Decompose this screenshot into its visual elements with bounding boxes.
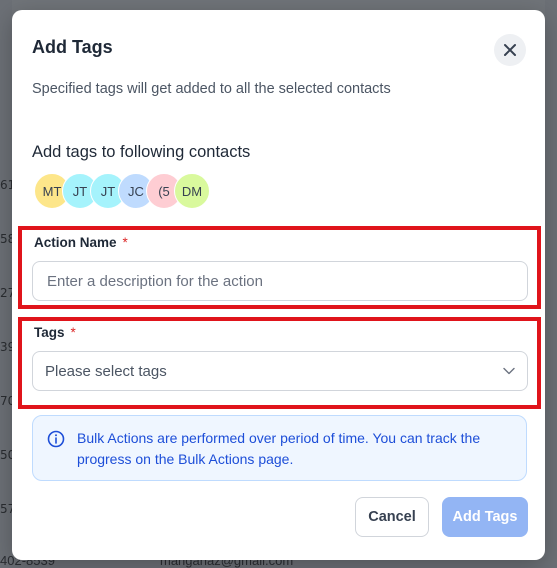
background-row-number: 58 <box>0 232 16 246</box>
tags-label: Tags * <box>34 325 76 340</box>
action-name-label: Action Name * <box>34 235 128 250</box>
info-banner: Bulk Actions are performed over period o… <box>32 415 527 481</box>
action-name-label-text: Action Name <box>34 235 117 250</box>
contacts-heading: Add tags to following contacts <box>32 143 251 161</box>
add-tags-dialog: Add Tags Specified tags will get added t… <box>12 10 545 560</box>
chevron-down-icon <box>503 367 515 375</box>
background-row-number: 27 <box>0 286 16 300</box>
background-row-number: 57 <box>0 502 16 516</box>
background-table-left: 61 58 27 39 70 50 57 <box>0 0 16 565</box>
background-row-number: 70 <box>0 394 16 408</box>
dialog-subtitle: Specified tags will get added to all the… <box>32 81 391 97</box>
add-tags-button[interactable]: Add Tags <box>442 497 528 537</box>
tags-select[interactable]: Please select tags <box>32 351 528 391</box>
background-row-number: 50 <box>0 448 16 462</box>
background-table-right <box>545 0 557 565</box>
info-text: Bulk Actions are performed over period o… <box>77 430 481 467</box>
required-asterisk: * <box>122 235 128 250</box>
tags-label-text: Tags <box>34 325 65 340</box>
required-asterisk: * <box>70 325 76 340</box>
background-row-number: 39 <box>0 340 16 354</box>
close-button[interactable] <box>494 34 526 66</box>
close-icon <box>504 44 516 56</box>
dialog-title: Add Tags <box>32 37 113 57</box>
tags-select-placeholder: Please select tags <box>45 363 167 380</box>
contact-avatar: DM <box>174 173 210 209</box>
cancel-button[interactable]: Cancel <box>355 497 429 537</box>
action-name-input[interactable] <box>32 261 528 301</box>
background-row-number: 61 <box>0 178 16 192</box>
info-icon <box>47 430 65 448</box>
